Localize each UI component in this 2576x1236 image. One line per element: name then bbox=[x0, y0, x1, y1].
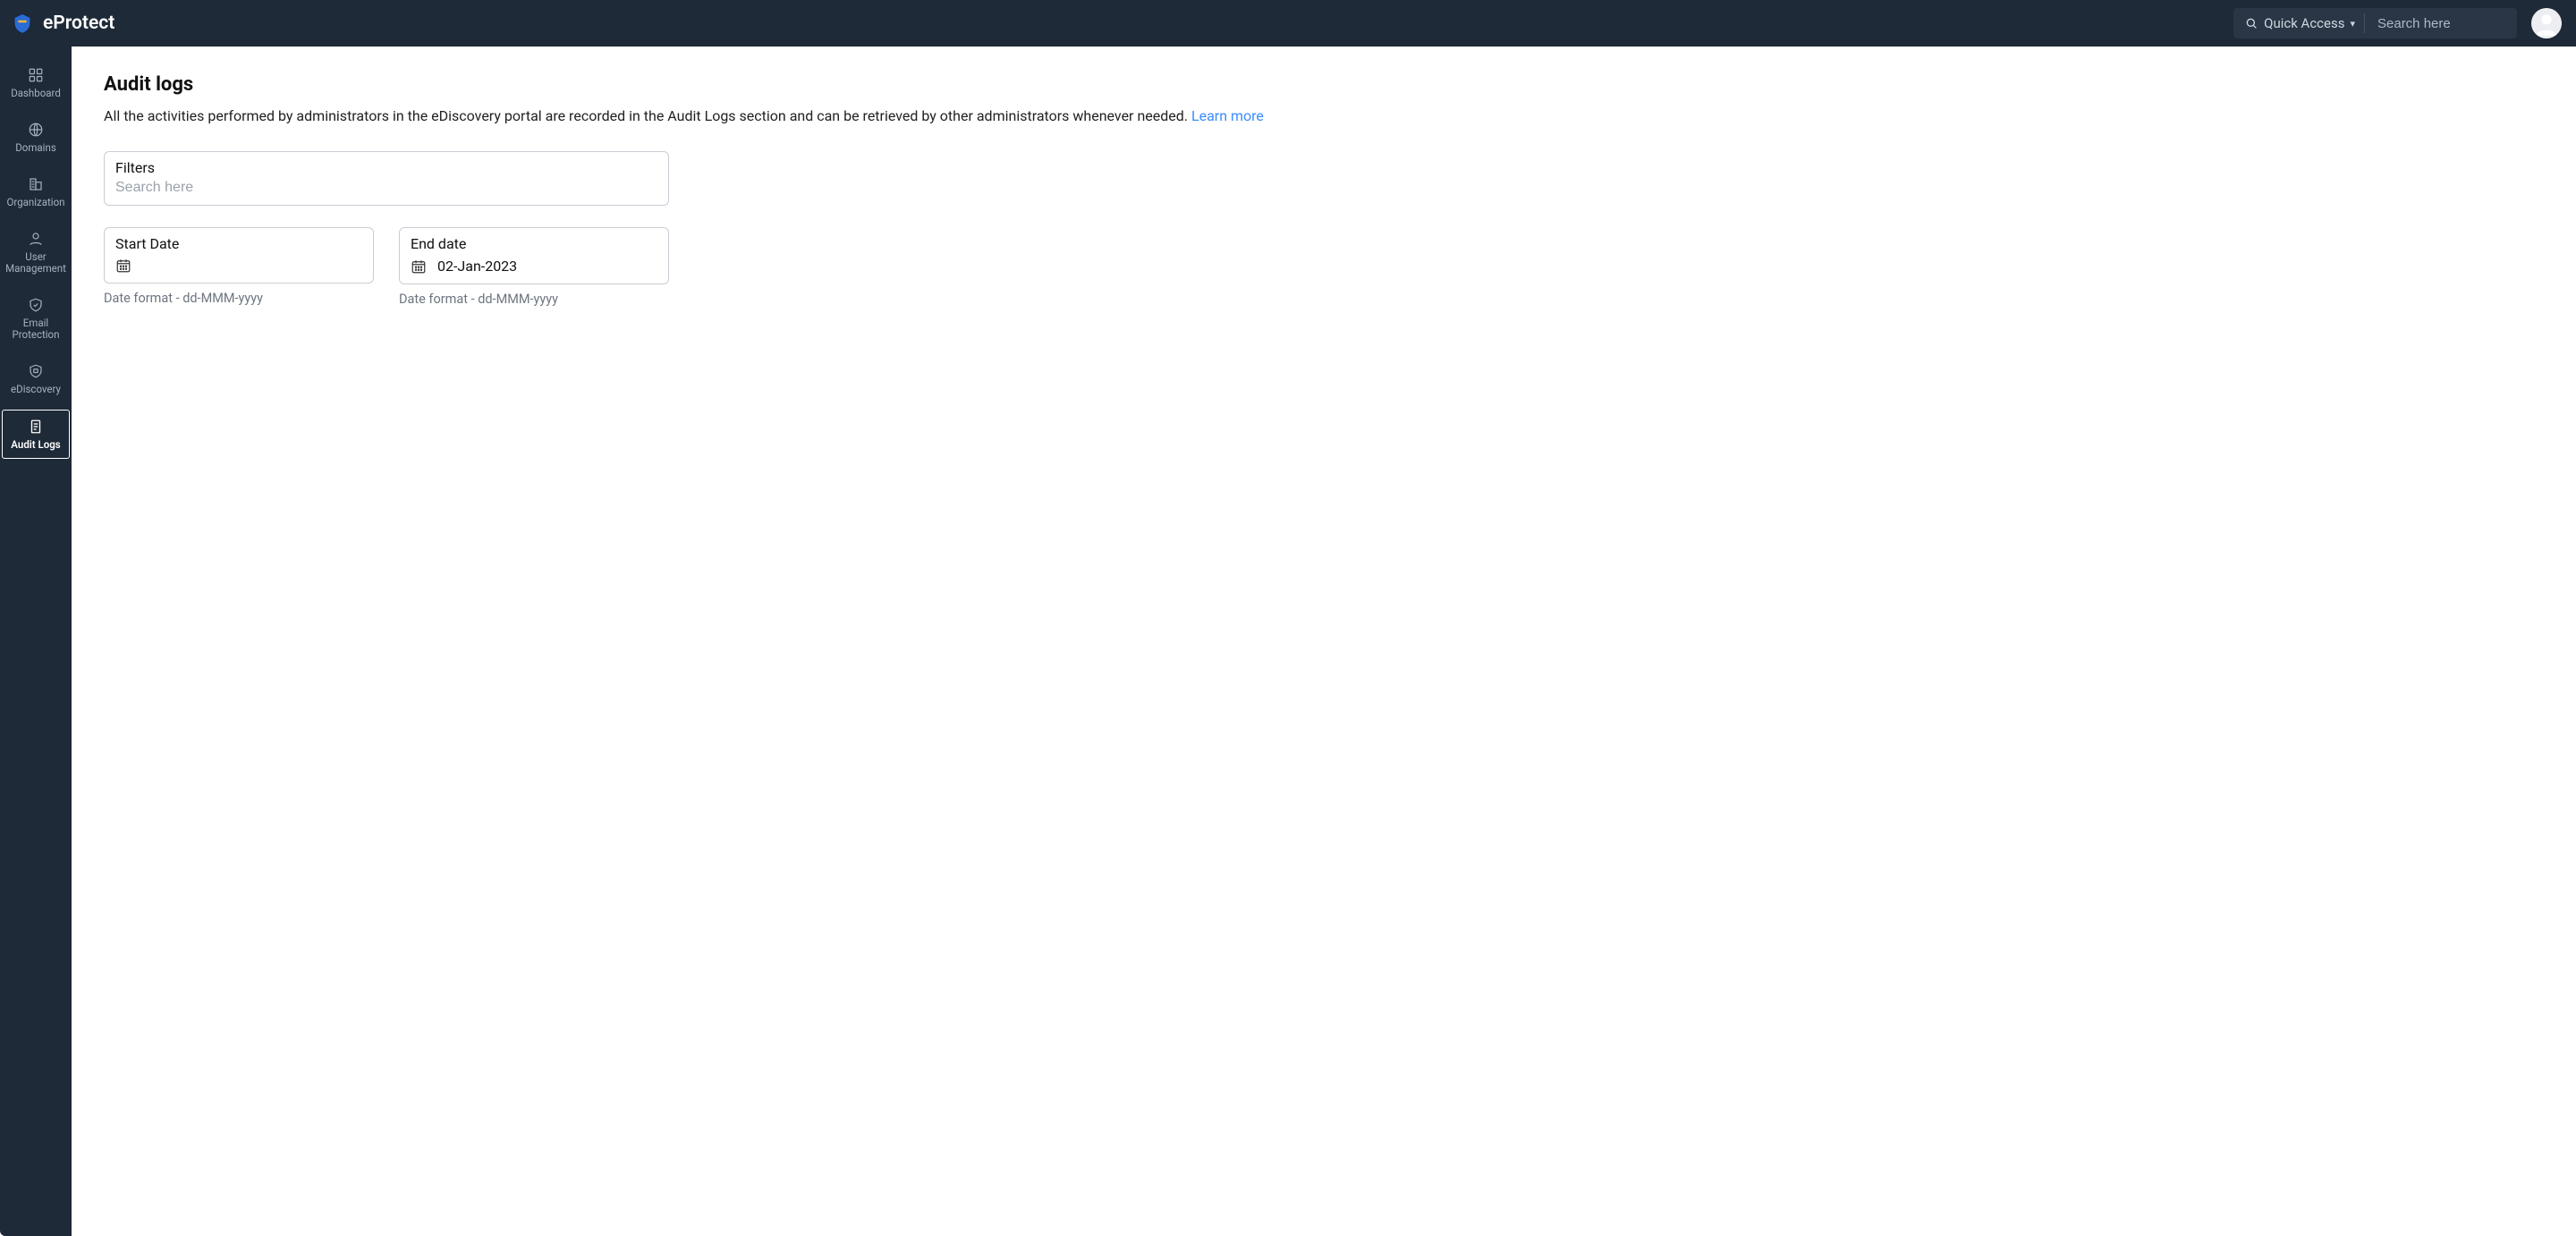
archive-icon bbox=[27, 362, 45, 380]
sidebar-item-dashboard[interactable]: Dashboard bbox=[1, 59, 71, 106]
page-description-text: All the activities performed by administ… bbox=[104, 107, 1188, 124]
brand-name: eProtect bbox=[43, 13, 114, 34]
topbar: eProtect Quick Access ▾ bbox=[0, 0, 2576, 47]
sidebar-item-label: Email Protection bbox=[13, 317, 60, 341]
sidebar-item-user-management[interactable]: User Management bbox=[1, 223, 71, 282]
end-date-box[interactable]: End date 02-Jan-2023 bbox=[399, 227, 669, 284]
brand: eProtect bbox=[11, 12, 114, 35]
filters-search-input[interactable] bbox=[115, 180, 657, 196]
globe-icon bbox=[27, 121, 45, 139]
brand-logo-icon bbox=[11, 12, 34, 35]
building-icon bbox=[27, 175, 45, 193]
sidebar-item-label: User Management bbox=[5, 251, 66, 275]
page-title: Audit logs bbox=[104, 73, 2544, 96]
filters-box[interactable]: Filters bbox=[104, 151, 669, 206]
start-date-label: Start Date bbox=[115, 235, 362, 252]
sidebar-item-ediscovery[interactable]: eDiscovery bbox=[1, 355, 71, 402]
sidebar-item-label: Domains bbox=[15, 142, 56, 154]
quick-access-label: Quick Access bbox=[2264, 15, 2344, 31]
start-date-box[interactable]: Start Date bbox=[104, 227, 374, 284]
sidebar-item-audit-logs[interactable]: Audit Logs bbox=[2, 410, 70, 459]
end-date-label: End date bbox=[411, 235, 657, 252]
global-search-input[interactable] bbox=[2368, 8, 2512, 38]
log-icon bbox=[27, 418, 45, 436]
user-icon bbox=[27, 230, 45, 248]
quick-access-button[interactable]: Quick Access ▾ bbox=[2239, 13, 2365, 33]
sidebar-item-email-protection[interactable]: Email Protection bbox=[1, 289, 71, 348]
sidebar-item-label: eDiscovery bbox=[11, 384, 61, 395]
calendar-icon bbox=[115, 258, 131, 274]
avatar[interactable] bbox=[2531, 8, 2562, 38]
sidebar-item-label: Dashboard bbox=[11, 88, 61, 99]
sidebar-item-label: Audit Logs bbox=[11, 439, 60, 451]
end-date-group: End date 02-Jan-2023 bbox=[399, 227, 669, 307]
sidebar: Dashboard Domains Organization bbox=[0, 47, 72, 1236]
end-date-hint: Date format - dd-MMM-yyyy bbox=[399, 292, 669, 307]
start-date-hint: Date format - dd-MMM-yyyy bbox=[104, 291, 374, 306]
calendar-icon bbox=[411, 258, 427, 275]
end-date-value: 02-Jan-2023 bbox=[437, 258, 517, 275]
search-icon bbox=[2244, 16, 2258, 30]
chevron-down-icon: ▾ bbox=[2350, 18, 2355, 30]
date-row: Start Date bbox=[104, 227, 2544, 307]
main-content: Audit logs All the activities performed … bbox=[72, 47, 2576, 1236]
shield-icon bbox=[27, 296, 45, 314]
filters-label: Filters bbox=[115, 159, 657, 176]
sidebar-item-organization[interactable]: Organization bbox=[1, 168, 71, 216]
sidebar-item-label: Organization bbox=[7, 197, 65, 208]
learn-more-link[interactable]: Learn more bbox=[1191, 107, 1264, 124]
page-description: All the activities performed by administ… bbox=[104, 106, 2544, 126]
start-date-group: Start Date bbox=[104, 227, 374, 307]
dashboard-icon bbox=[27, 66, 45, 84]
sidebar-item-domains[interactable]: Domains bbox=[1, 114, 71, 161]
top-search: Quick Access ▾ bbox=[2233, 8, 2517, 38]
